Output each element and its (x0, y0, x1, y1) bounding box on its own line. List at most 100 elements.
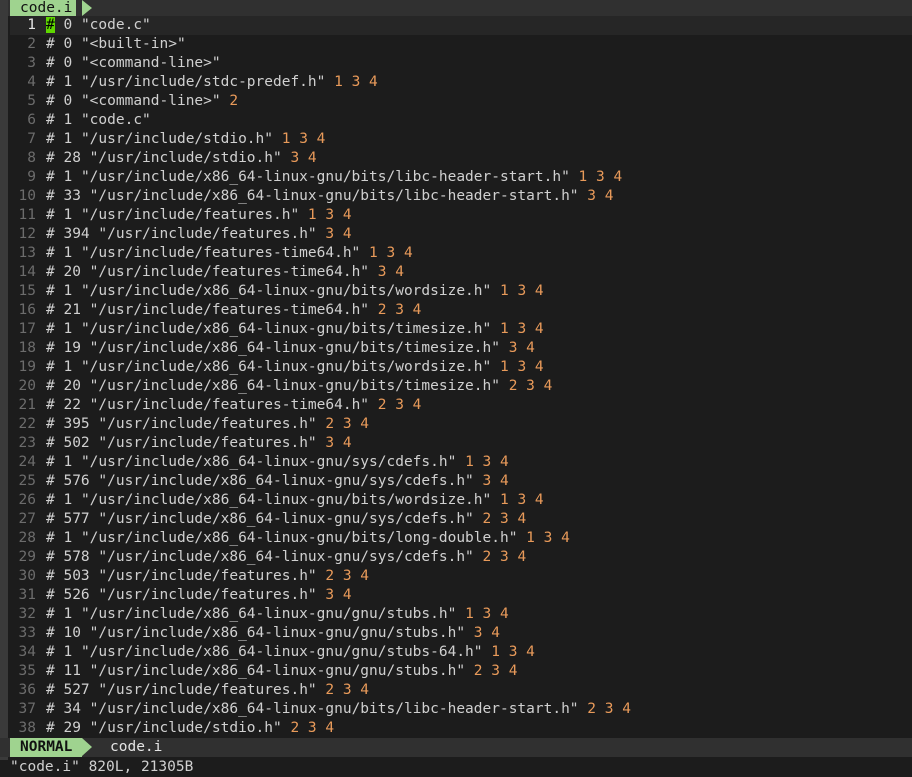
linemarker-flags: 1 3 4 (465, 606, 509, 622)
buffer-line[interactable]: 11 # 1 "/usr/include/features.h" 1 3 4 (10, 206, 912, 225)
line-marker: # (46, 473, 55, 489)
linemarker-flags: 3 4 (482, 473, 509, 489)
line-marker: # (46, 245, 55, 261)
command-line[interactable]: "code.i" 820L, 21305B (10, 758, 193, 777)
buffer-line[interactable]: 4 # 1 "/usr/include/stdc-predef.h" 1 3 4 (10, 73, 912, 92)
buffer-line[interactable]: 28 # 1 "/usr/include/x86_64-linux-gnu/bit… (10, 529, 912, 548)
line-marker: # (46, 93, 55, 109)
buffer-line[interactable]: 22 # 395 "/usr/include/features.h" 2 3 4 (10, 415, 912, 434)
line-number: 35 (18, 663, 36, 679)
buffer-line[interactable]: 14 # 20 "/usr/include/features-time64.h" … (10, 263, 912, 282)
linemarker-number: 0 (63, 36, 73, 52)
line-marker: # (46, 55, 55, 71)
buffer-line[interactable]: 13 # 1 "/usr/include/features-time64.h" 1… (10, 244, 912, 263)
line-number: 1 (27, 17, 36, 33)
linemarker-filename: "/usr/include/x86_64-linux-gnu/gnu/stubs… (89, 625, 466, 641)
buffer-line[interactable]: 5 # 0 "<command-line>" 2 (10, 92, 912, 111)
line-number: 4 (27, 74, 36, 90)
linemarker-filename: "/usr/include/x86_64-linux-gnu/bits/time… (89, 378, 500, 394)
buffer-line[interactable]: 21 # 22 "/usr/include/features-time64.h" … (10, 396, 912, 415)
mode-arrow-separator (82, 738, 92, 756)
line-marker: # (46, 606, 55, 622)
buffer-line[interactable]: 6 # 1 "code.c" (10, 111, 912, 130)
linemarker-number: 1 (63, 131, 73, 147)
buffer-line[interactable]: 10 # 33 "/usr/include/x86_64-linux-gnu/bi… (10, 187, 912, 206)
buffer-line[interactable]: 35 # 11 "/usr/include/x86_64-linux-gnu/gn… (10, 662, 912, 681)
buffer-line[interactable]: 29 # 578 "/usr/include/x86_64-linux-gnu/s… (10, 548, 912, 567)
linemarker-flags: 1 3 4 (526, 530, 570, 546)
linemarker-number: 1 (63, 606, 73, 622)
linemarker-filename: "/usr/include/x86_64-linux-gnu/sys/cdefs… (98, 549, 474, 565)
linemarker-filename: "code.c" (80, 17, 151, 33)
linemarker-flags: 2 3 4 (290, 720, 335, 736)
tabline: code.i (0, 0, 912, 16)
buffer-line[interactable]: 25 # 576 "/usr/include/x86_64-linux-gnu/s… (10, 472, 912, 491)
buffer-line[interactable]: 37 # 34 "/usr/include/x86_64-linux-gnu/bi… (10, 700, 912, 719)
linemarker-filename: "/usr/include/features.h" (98, 226, 317, 242)
buffer-line[interactable]: 2 # 0 "<built-in>" (10, 35, 912, 54)
line-marker: # (46, 150, 55, 166)
linemarker-flags: 1 3 4 (499, 321, 544, 337)
linemarker-filename: "/usr/include/features.h" (98, 435, 317, 451)
linemarker-number: 0 (63, 55, 73, 71)
tab-code-i[interactable]: code.i (10, 0, 77, 16)
linemarker-filename: "/usr/include/x86_64-linux-gnu/sys/cdefs… (98, 473, 474, 489)
buffer-line[interactable]: 27 # 577 "/usr/include/x86_64-linux-gnu/s… (10, 510, 912, 529)
line-marker: # (46, 378, 55, 394)
buffer-line[interactable]: 17 # 1 "/usr/include/x86_64-linux-gnu/bit… (10, 320, 912, 339)
buffer-line[interactable]: 16 # 21 "/usr/include/features-time64.h" … (10, 301, 912, 320)
buffer-line[interactable]: 1 # 0 "code.c" (10, 16, 912, 35)
buffer-line[interactable]: 36 # 527 "/usr/include/features.h" 2 3 4 (10, 681, 912, 700)
buffer-line[interactable]: 3 # 0 "<command-line>" (10, 54, 912, 73)
buffer-line[interactable]: 31 # 526 "/usr/include/features.h" 3 4 (10, 586, 912, 605)
buffer-line[interactable]: 12 # 394 "/usr/include/features.h" 3 4 (10, 225, 912, 244)
linemarker-number: 395 (63, 416, 90, 432)
line-number: 17 (18, 321, 36, 337)
buffer-line[interactable]: 33 # 10 "/usr/include/x86_64-linux-gnu/gn… (10, 624, 912, 643)
buffer-line[interactable]: 8 # 28 "/usr/include/stdio.h" 3 4 (10, 149, 912, 168)
line-marker: # (46, 720, 55, 736)
linemarker-flags: 2 3 4 (377, 302, 422, 318)
line-marker: # (46, 226, 55, 242)
buffer-line[interactable]: 23 # 502 "/usr/include/features.h" 3 4 (10, 434, 912, 453)
buffer-line[interactable]: 7 # 1 "/usr/include/stdio.h" 1 3 4 (10, 130, 912, 149)
buffer-line[interactable]: 15 # 1 "/usr/include/x86_64-linux-gnu/bit… (10, 282, 912, 301)
line-number: 26 (18, 492, 36, 508)
buffer-line[interactable]: 18 # 19 "/usr/include/x86_64-linux-gnu/bi… (10, 339, 912, 358)
linemarker-number: 10 (63, 625, 81, 641)
line-number: 21 (18, 397, 36, 413)
linemarker-flags: 2 3 4 (325, 568, 370, 584)
editor-buffer[interactable]: 1 # 0 "code.c" 2 # 0 "<built-in>" 3 # 0 "<com… (10, 16, 912, 738)
linemarker-number: 29 (63, 720, 81, 736)
line-number: 11 (18, 207, 36, 223)
linemarker-flags: 1 3 4 (578, 169, 623, 185)
linemarker-number: 1 (63, 245, 73, 261)
linemarker-flags: 1 3 4 (334, 74, 378, 90)
buffer-line[interactable]: 30 # 503 "/usr/include/features.h" 2 3 4 (10, 567, 912, 586)
line-number: 13 (18, 245, 36, 261)
buffer-line[interactable]: 9 # 1 "/usr/include/x86_64-linux-gnu/bits… (10, 168, 912, 187)
buffer-line[interactable]: 20 # 20 "/usr/include/x86_64-linux-gnu/bi… (10, 377, 912, 396)
linemarker-flags: 3 4 (325, 587, 352, 603)
buffer-line[interactable]: 24 # 1 "/usr/include/x86_64-linux-gnu/sys… (10, 453, 912, 472)
line-marker: # (46, 511, 55, 527)
linemarker-filename: "/usr/include/x86_64-linux-gnu/bits/word… (80, 283, 492, 299)
linemarker-flags: 3 4 (377, 264, 404, 280)
buffer-line[interactable]: 34 # 1 "/usr/include/x86_64-linux-gnu/gnu… (10, 643, 912, 662)
buffer-line[interactable]: 19 # 1 "/usr/include/x86_64-linux-gnu/bit… (10, 358, 912, 377)
linemarker-filename: "/usr/include/stdio.h" (89, 720, 282, 736)
line-marker: # (46, 283, 55, 299)
linemarker-flags: 2 3 4 (482, 549, 527, 565)
linemarker-flags: 1 3 4 (491, 644, 535, 660)
linemarker-filename: "/usr/include/features.h" (80, 207, 300, 223)
buffer-line[interactable]: 32 # 1 "/usr/include/x86_64-linux-gnu/gnu… (10, 605, 912, 624)
buffer-line[interactable]: 38 # 29 "/usr/include/stdio.h" 2 3 4 (10, 719, 912, 738)
linemarker-filename: "/usr/include/features.h" (98, 587, 317, 603)
line-number: 33 (18, 625, 36, 641)
buffer-line[interactable]: 26 # 1 "/usr/include/x86_64-linux-gnu/bit… (10, 491, 912, 510)
linemarker-filename: "/usr/include/x86_64-linux-gnu/bits/long… (80, 530, 518, 546)
line-marker: # (46, 112, 55, 128)
line-number: 34 (18, 644, 36, 660)
line-number: 38 (18, 720, 36, 736)
left-margin-strip (0, 0, 8, 760)
